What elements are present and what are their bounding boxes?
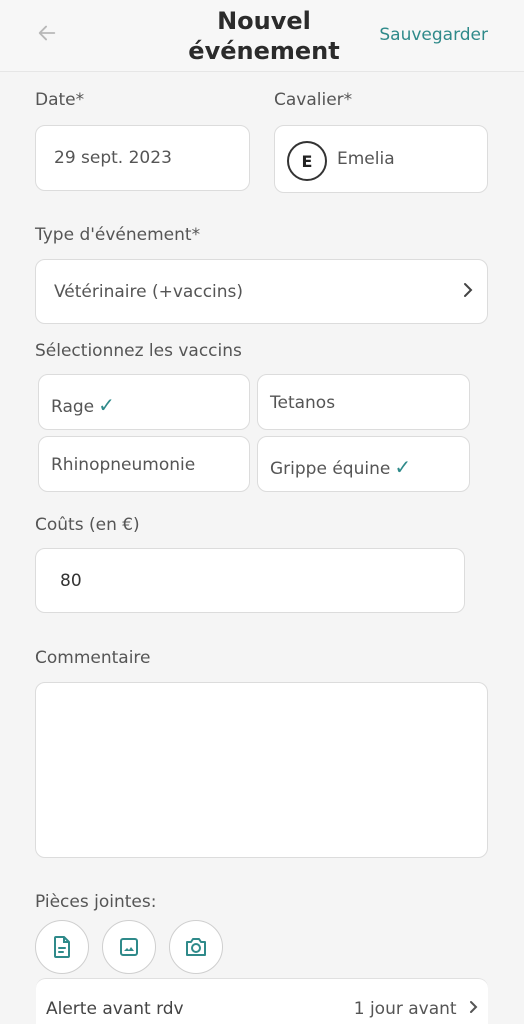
check-icon: ✓ <box>394 455 412 479</box>
vaccine-option-label: Rage ✓ <box>51 393 115 417</box>
rider-field[interactable]: E Emelia <box>274 125 488 193</box>
attach-document-button[interactable] <box>35 920 89 974</box>
arrow-left-icon[interactable] <box>36 22 64 50</box>
comment-textarea[interactable] <box>35 682 488 858</box>
cost-input[interactable]: 80 <box>35 548 465 613</box>
header: Nouvel événement Sauvegarder <box>0 0 524 72</box>
rider-name: Emelia <box>337 149 395 169</box>
vaccine-label: Tetanos <box>270 393 336 413</box>
attachments-label: Pièces jointes: <box>35 892 157 912</box>
event-type-select[interactable]: Vétérinaire (+vaccins) <box>35 259 488 324</box>
date-value: 29 sept. 2023 <box>54 148 172 168</box>
save-button[interactable]: Sauvegarder <box>379 25 488 45</box>
page-title: Nouvel événement <box>188 7 340 65</box>
vaccine-label: Rage <box>51 397 95 417</box>
cost-value: 80 <box>60 571 82 591</box>
vaccines-label: Sélectionnez les vaccins <box>35 341 242 361</box>
alert-value: 1 jour avant <box>354 999 478 1019</box>
vaccine-option-rage[interactable]: Rage ✓ <box>38 374 250 430</box>
vaccine-option-tetanos[interactable]: Tetanos <box>257 374 470 430</box>
event-type-value: Vétérinaire (+vaccins) <box>54 282 244 302</box>
avatar: E <box>287 141 327 181</box>
vaccine-option-label: Grippe équine ✓ <box>270 455 411 479</box>
attach-camera-button[interactable] <box>169 920 223 974</box>
vaccine-option-rhinopneumonie[interactable]: Rhinopneumonie <box>38 436 250 492</box>
event-type-label: Type d'événement* <box>35 225 201 245</box>
chevron-right-icon <box>468 999 478 1019</box>
image-icon <box>120 938 138 956</box>
check-icon: ✓ <box>98 393 115 417</box>
date-label: Date* <box>35 90 85 110</box>
date-field[interactable]: 29 sept. 2023 <box>35 125 250 191</box>
new-event-screen: Nouvel événement Sauvegarder Date* 29 se… <box>0 0 524 1024</box>
rider-label: Cavalier* <box>274 90 353 110</box>
vaccine-option-grippe-equine[interactable]: Grippe équine ✓ <box>257 436 470 492</box>
chevron-right-icon <box>461 280 475 305</box>
alert-before-appointment-row[interactable]: Alerte avant rdv 1 jour avant <box>36 978 488 1024</box>
comment-label: Commentaire <box>35 648 151 668</box>
camera-icon <box>186 938 206 956</box>
vaccine-label: Grippe équine <box>270 459 391 479</box>
document-icon <box>54 936 70 958</box>
alert-value-text: 1 jour avant <box>353 999 457 1019</box>
alert-label: Alerte avant rdv <box>46 999 184 1019</box>
vaccine-label: Rhinopneumonie <box>51 455 196 475</box>
cost-label: Coûts (en €) <box>35 515 140 535</box>
attach-image-button[interactable] <box>102 920 156 974</box>
